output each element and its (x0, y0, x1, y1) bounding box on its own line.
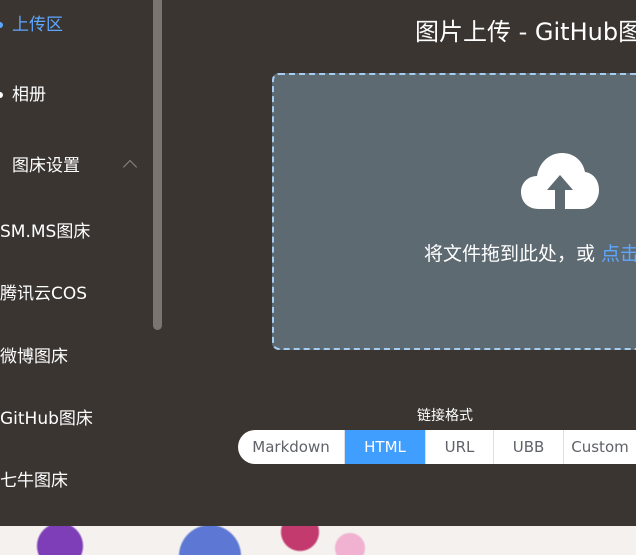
sidebar-item-tencent-cos[interactable]: 腾讯云COS (0, 274, 87, 314)
format-option-ubb[interactable]: UBB (494, 430, 564, 464)
sidebar-item-label: GitHub图床 (0, 409, 93, 429)
format-option-html[interactable]: HTML (345, 430, 426, 464)
format-option-url[interactable]: URL (426, 430, 494, 464)
sidebar-item-label: 相册 (12, 85, 46, 105)
sidebar-item-upload[interactable]: 上传区 (0, 5, 63, 45)
link-format-label: 链接格式 (417, 408, 473, 424)
sidebar-item-smms[interactable]: SM.MS图床 (0, 212, 90, 252)
format-option-markdown[interactable]: Markdown (238, 430, 345, 464)
sidebar-item-weibo[interactable]: 微博图床 (0, 337, 68, 377)
sidebar-item-label: 图床设置 (12, 156, 80, 176)
sidebar-item-label: 腾讯云COS (0, 284, 88, 304)
link-format-selector: Markdown HTML URL UBB Custom (238, 430, 636, 464)
sidebar-item-label: 微博图床 (0, 347, 68, 367)
bullet-icon (0, 92, 3, 98)
active-dot-icon (0, 22, 3, 28)
page-title: 图片上传 - GitHub图 (415, 18, 636, 46)
sidebar-scrollbar[interactable] (153, 0, 162, 330)
sidebar-item-album[interactable]: 相册 (0, 75, 46, 115)
drop-hint: 将文件拖到此处，或 (424, 243, 602, 265)
sidebar-item-label: 上传区 (12, 15, 63, 35)
click-upload-link[interactable]: 点击 (601, 243, 636, 265)
format-option-custom[interactable]: Custom (564, 430, 636, 464)
cloud-upload-icon (521, 153, 599, 209)
dropzone-text: 将文件拖到此处，或 点击 (424, 241, 636, 267)
desktop-wallpaper (0, 526, 636, 555)
app-window: 上传区 相册 图床设置 SM.MS图床 腾讯云COS 微博图床 GitHub图床… (0, 0, 636, 526)
chevron-up-icon (122, 159, 138, 175)
sidebar-item-github[interactable]: GitHub图床 (0, 399, 93, 439)
upload-dropzone[interactable]: 将文件拖到此处，或 点击 (272, 73, 636, 350)
sidebar: 上传区 相册 图床设置 SM.MS图床 腾讯云COS 微博图床 GitHub图床… (0, 0, 164, 526)
sidebar-item-picbed-settings[interactable]: 图床设置 (12, 146, 138, 186)
sidebar-item-label: SM.MS图床 (0, 222, 91, 242)
sidebar-item-label: 七牛图床 (0, 471, 68, 491)
sidebar-item-qiniu[interactable]: 七牛图床 (0, 461, 68, 501)
